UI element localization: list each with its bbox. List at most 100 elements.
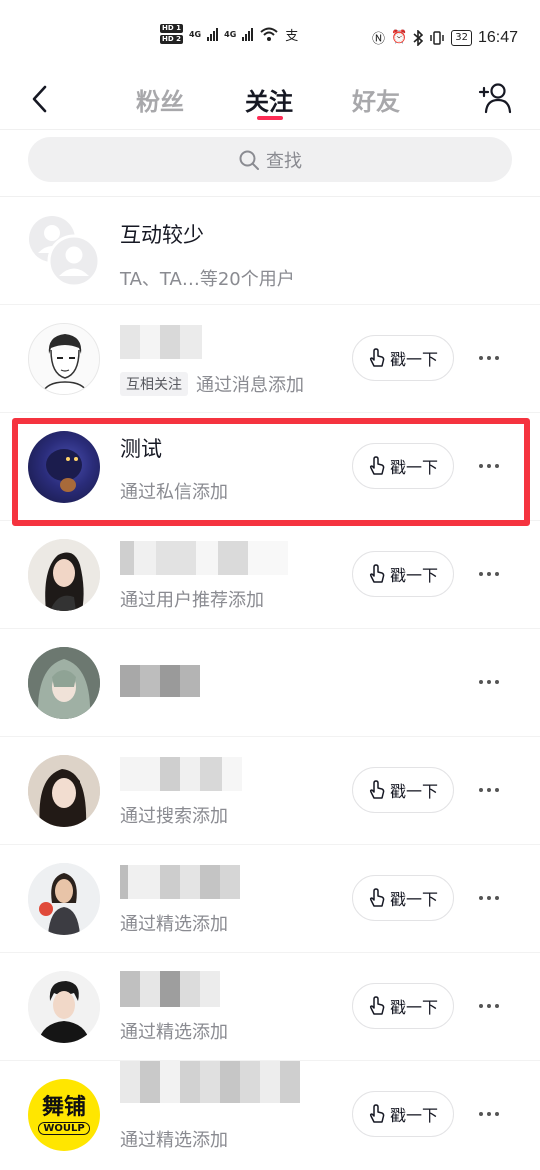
avatar[interactable] — [28, 647, 100, 719]
hd-indicators: HD 1 HD 2 — [160, 24, 183, 44]
tab-fans[interactable]: 粉丝 — [136, 82, 184, 117]
alarm-icon: ⏰ — [391, 30, 408, 45]
more-options-icon[interactable] — [472, 451, 506, 481]
more-options-icon[interactable] — [472, 991, 506, 1021]
item-source: 通过精选添加 — [120, 1022, 228, 1043]
bluetooth-icon — [413, 29, 424, 46]
poke-hand-icon — [369, 348, 385, 367]
battery-icon: 32 — [451, 29, 472, 46]
add-user-icon[interactable] — [478, 82, 512, 114]
clock: 16:47 — [477, 28, 518, 46]
name-redacted — [120, 971, 220, 1007]
poke-hand-icon — [369, 564, 385, 583]
header: 粉丝 关注 好友 — [0, 70, 540, 130]
status-right: Ⓝ ⏰ 32 16:47 — [372, 28, 518, 48]
name-redacted — [120, 325, 202, 359]
more-options-icon[interactable] — [472, 1099, 506, 1129]
list-item[interactable]: 通过精选添加 戳一下 — [0, 845, 540, 953]
active-tab-indicator — [257, 116, 283, 120]
poke-label: 戳一下 — [389, 566, 438, 585]
avatar[interactable] — [28, 755, 100, 827]
network-type-1: 4G — [188, 29, 202, 39]
group-avatar — [28, 215, 101, 288]
list-item[interactable]: 通过用户推荐添加 戳一下 — [0, 521, 540, 629]
poke-hand-icon — [369, 1104, 385, 1123]
signal-1-icon — [207, 27, 219, 41]
poke-button[interactable]: 戳一下 — [352, 443, 454, 489]
brand-logo-text: 舞铺 — [41, 1094, 86, 1120]
item-source: 通过消息添加 — [196, 375, 304, 396]
poke-button[interactable]: 戳一下 — [352, 335, 454, 381]
more-options-icon[interactable] — [472, 343, 506, 373]
poke-label: 戳一下 — [389, 458, 438, 477]
list-item[interactable]: 互相关注 通过消息添加 戳一下 — [0, 305, 540, 413]
item-source: 通过私信添加 — [120, 482, 228, 503]
poke-label: 戳一下 — [389, 782, 438, 801]
avatar-illustration — [28, 863, 100, 935]
more-options-icon[interactable] — [472, 775, 506, 805]
poke-button[interactable]: 戳一下 — [352, 875, 454, 921]
mutual-follow-badge: 互相关注 — [120, 372, 188, 396]
group-title: 互动较少 — [120, 223, 204, 247]
list-item[interactable] — [0, 629, 540, 737]
vibrate-icon — [430, 30, 444, 45]
avatar[interactable] — [28, 863, 100, 935]
avatar-illustration — [28, 647, 100, 719]
group-avatar-icon — [29, 216, 101, 288]
item-name: 测试 — [120, 437, 162, 461]
hd1-badge: HD 1 — [160, 24, 183, 33]
item-source: 通过精选添加 — [120, 914, 228, 935]
more-options-icon[interactable] — [472, 559, 506, 589]
list-item[interactable]: 通过精选添加 戳一下 — [0, 953, 540, 1061]
inactive-group-row[interactable]: 互动较少 TA、TA…等20个用户 — [0, 197, 540, 305]
avatar-illustration — [28, 755, 100, 827]
nfc-icon: Ⓝ — [372, 32, 386, 47]
avatar-illustration — [29, 324, 99, 394]
network-type-2: 4G — [224, 29, 237, 39]
poke-button[interactable]: 戳一下 — [352, 551, 454, 597]
item-source: 通过搜索添加 — [120, 806, 228, 827]
search-placeholder: 查找 — [266, 150, 302, 172]
poke-hand-icon — [369, 996, 385, 1015]
item-source: 通过用户推荐添加 — [120, 590, 264, 611]
poke-hand-icon — [369, 456, 385, 475]
avatar-illustration — [28, 539, 100, 611]
list-item[interactable]: 测试 通过私信添加 戳一下 — [0, 413, 540, 521]
following-list: 互动较少 TA、TA…等20个用户 互相关注 通过消息添加 戳一下 测试 通过私… — [0, 197, 540, 1169]
hd2-badge: HD 2 — [160, 35, 183, 44]
tab-bar: 粉丝 关注 好友 — [0, 70, 540, 130]
name-redacted — [120, 665, 200, 697]
tab-following[interactable]: 关注 — [245, 82, 293, 117]
avatar-illustration — [28, 971, 100, 1043]
signal-2-icon — [242, 27, 254, 41]
avatar[interactable] — [28, 431, 100, 503]
group-subtitle: TA、TA…等20个用户 — [120, 269, 295, 290]
avatar[interactable]: 舞铺 WOULP — [28, 1079, 100, 1151]
avatar[interactable] — [28, 539, 100, 611]
poke-button[interactable]: 戳一下 — [352, 983, 454, 1029]
list-item[interactable]: 舞铺 WOULP 通过精选添加 戳一下 — [0, 1061, 540, 1169]
name-redacted — [120, 865, 240, 899]
wifi-icon — [260, 27, 278, 41]
poke-label: 戳一下 — [389, 890, 438, 909]
poke-label: 戳一下 — [389, 1106, 438, 1125]
poke-hand-icon — [369, 888, 385, 907]
brand-logo-sub: WOULP — [38, 1121, 90, 1135]
status-left: HD 1 HD 2 4G 4G 支 — [160, 24, 298, 44]
list-item[interactable]: 通过搜索添加 戳一下 — [0, 737, 540, 845]
status-bar: HD 1 HD 2 4G 4G 支 Ⓝ ⏰ 32 16:47 — [0, 0, 540, 80]
poke-button[interactable]: 戳一下 — [352, 767, 454, 813]
poke-hand-icon — [369, 780, 385, 799]
avatar[interactable] — [28, 323, 100, 395]
tab-friends[interactable]: 好友 — [352, 82, 400, 117]
poke-button[interactable]: 戳一下 — [352, 1091, 454, 1137]
search-input[interactable]: 查找 — [28, 137, 512, 182]
more-options-icon[interactable] — [472, 667, 506, 697]
avatar[interactable] — [28, 971, 100, 1043]
item-source: 通过精选添加 — [120, 1130, 228, 1151]
poke-label: 戳一下 — [389, 350, 438, 369]
search-icon — [239, 150, 259, 170]
poke-label: 戳一下 — [389, 998, 438, 1017]
item-source-line: 互相关注 通过消息添加 — [120, 371, 304, 397]
more-options-icon[interactable] — [472, 883, 506, 913]
